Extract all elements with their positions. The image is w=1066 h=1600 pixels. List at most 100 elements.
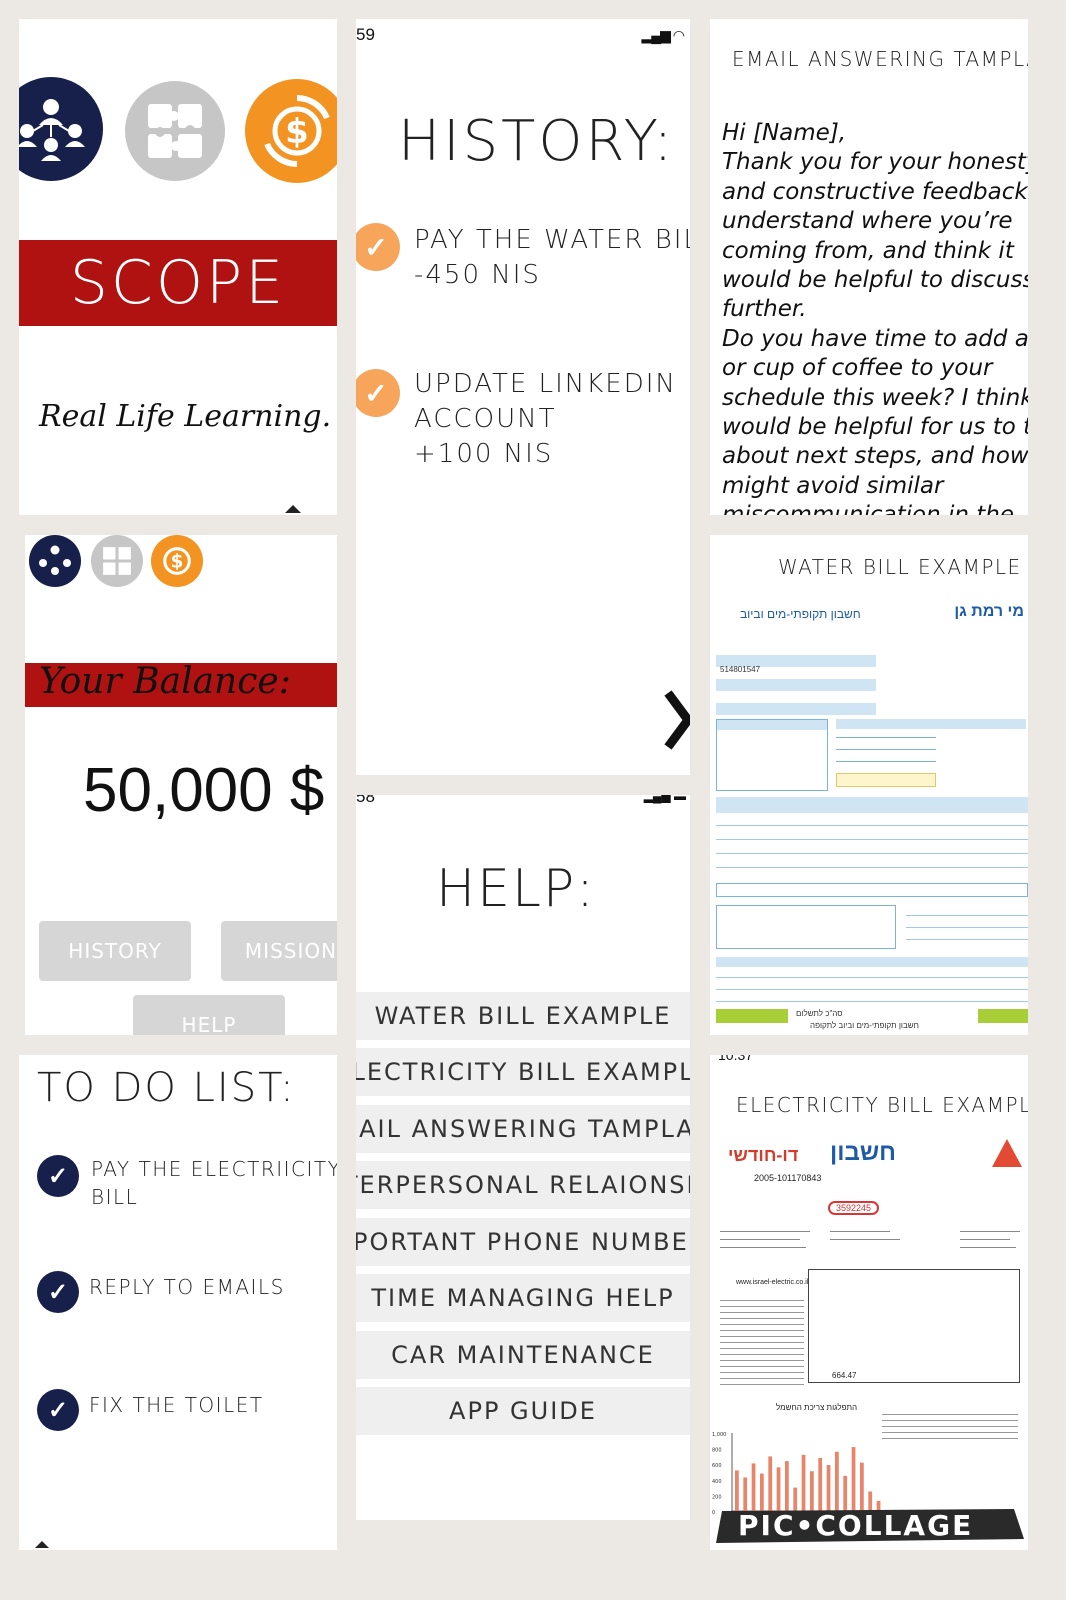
balance-banner: Your Balance: — [25, 661, 337, 707]
help-item-car-maintenance[interactable]: CAR MAINTENANCE — [356, 1331, 690, 1379]
email-body-line: and constructive feedback. — [722, 178, 1028, 205]
svg-text:$: $ — [171, 552, 184, 573]
help-item-time-managing[interactable]: TIME MANAGING HELP — [356, 1274, 690, 1322]
chart-y-tick: 1,000 — [712, 1432, 726, 1438]
help-button[interactable]: HELP — [133, 995, 285, 1035]
email-template-panel: EMAIL ANSWERING TAMPLA Hi [Name], Thank y… — [710, 19, 1028, 515]
balance-panel: $ Your Balance: 50,000 $ HISTORY MISSION… — [25, 535, 337, 1035]
email-body-line: or cup of coffee to your — [722, 355, 993, 382]
bill-right-notes — [882, 1409, 1018, 1439]
bill-account: 2005-101170843 — [754, 1173, 822, 1183]
chart-y-tick: 200 — [712, 1494, 722, 1500]
status-signal-icon: ▂▄▆ ▬ — [643, 795, 686, 803]
chevron-right-icon[interactable] — [662, 689, 690, 756]
history-item[interactable]: PAY THE WATER BILL -450 NIS — [414, 223, 690, 293]
scope-banner: SCOPE — [19, 240, 337, 326]
help-item-water-bill[interactable]: WATER BILL EXAMPLE — [356, 992, 690, 1040]
bill-highlight: 3592245 — [828, 1201, 880, 1215]
electric-company-logo-icon — [992, 1139, 1022, 1167]
bill-charges-box — [808, 1269, 1020, 1383]
help-item-app-guide[interactable]: APP GUIDE — [356, 1387, 690, 1435]
people-network-icon[interactable] — [19, 77, 103, 181]
email-body-line: schedule this week? I think i — [722, 384, 1028, 411]
todo-item-label: BILL — [91, 1185, 139, 1209]
email-body-line: about next steps, and how w — [722, 443, 1028, 470]
water-bill-panel: WATER BILL EXAMPLE מי רמת גן חשבון תקופת… — [710, 535, 1028, 1035]
help-item-interpersonal[interactable]: INTERPERSONAL RELAIONSHIP — [356, 1161, 690, 1209]
balance-label: Your Balance: — [39, 661, 291, 702]
email-body-line: miscommunication in the — [722, 501, 1028, 515]
tagline: Real Life Learning. — [39, 399, 332, 434]
help-item-phone-numbers[interactable]: IMPORTANT PHONE NUMBERS — [356, 1218, 690, 1266]
email-body-line: would be helpful to discuss — [722, 267, 1028, 294]
chart-bar — [851, 1447, 856, 1511]
bill-amount: 664.47 — [832, 1371, 857, 1380]
watermark-text: PIC•COLLAGE — [738, 1509, 974, 1542]
bill-header-sub: דו-חודשי — [728, 1145, 799, 1165]
check-icon: ✓ — [356, 369, 400, 417]
bill-website: www.israel-electric.co.il — [736, 1279, 809, 1286]
page-title: HELP: — [436, 859, 596, 919]
watermark-banner: PIC•COLLAGE — [714, 1503, 1028, 1547]
todo-item[interactable]: REPLY TO EMAILS — [89, 1273, 285, 1301]
status-time: 59 — [356, 25, 375, 44]
check-icon: ✓ — [37, 1271, 79, 1313]
chart-y-tick: 400 — [712, 1479, 722, 1485]
check-icon: ✓ — [37, 1155, 79, 1197]
bill-header: חשבון — [830, 1139, 896, 1166]
history-item-title: ACCOUNT — [414, 404, 557, 434]
page-title: HISTORY: — [398, 109, 676, 174]
email-body-line: Hi [Name], — [722, 120, 847, 146]
todo-item[interactable]: FIX THE TOILET — [89, 1391, 264, 1419]
email-body-line: Thank you for your honesty — [722, 149, 1028, 176]
bill-company: מי רמת גן — [954, 603, 1024, 620]
page-title: TO DO LIST: — [37, 1065, 296, 1111]
money-exchange-icon[interactable]: $ — [151, 535, 203, 587]
bill-footer-mid: חשבון תקופתי-מים וביוב לתקופה — [810, 1021, 919, 1030]
todo-item[interactable]: PAY THE ELECTRIICITY BILL — [91, 1155, 337, 1211]
page-title: WATER BILL EXAMPLE — [778, 555, 1022, 579]
bill-text-block — [720, 1225, 1020, 1265]
bill-lines-left — [720, 1295, 804, 1385]
mission-button[interactable]: MISSION — [221, 921, 337, 981]
money-exchange-icon[interactable]: $ — [245, 79, 337, 183]
water-bill-body: 514801547 סה"כ לתשלום — [716, 647, 1028, 1027]
status-time: 58 — [356, 795, 375, 806]
todo-panel: TO DO LIST: ✓ PAY THE ELECTRIICITY BILL … — [19, 1055, 337, 1550]
page-title: ELECTRICITY BILL EXAMPLE — [736, 1093, 1028, 1117]
puzzle-icon[interactable] — [91, 535, 143, 587]
check-icon: ✓ — [356, 223, 400, 271]
help-item-electricity-bill[interactable]: ELECTRICITY BILL EXAMPLE — [356, 1048, 690, 1096]
history-item-title: PAY THE WATER BILL — [414, 225, 690, 255]
scope-panel: $ SCOPE Real Life Learning. — [19, 19, 337, 515]
email-body-line: understand where you’re — [722, 208, 1013, 235]
balance-amount: 50,000 $ — [83, 756, 325, 825]
history-button[interactable]: HISTORY — [39, 921, 191, 981]
bill-subtitle: חשבון תקופתי-מים וביוב — [740, 607, 861, 621]
email-body-line: coming from, and think it — [722, 237, 1014, 264]
email-body: Hi [Name], Thank you for your honesty and … — [722, 119, 1028, 515]
people-network-icon[interactable] — [29, 535, 81, 587]
email-body-line: Do you have time to add a c — [722, 325, 1028, 352]
chart-y-tick: 800 — [712, 1448, 722, 1454]
help-panel: 58 ▂▄▆ ▬ HELP: WATER BILL EXAMPLE ELECTR… — [356, 795, 690, 1520]
email-body-line: would be helpful for us to ta — [722, 414, 1028, 441]
help-item-email-template[interactable]: EMAIL ANSWERING TAMPLATE — [356, 1105, 690, 1153]
bill-account-no: 514801547 — [720, 665, 761, 674]
history-panel: 59 ▂▄▆ ◠ HISTORY: ✓ PAY THE WATER BILL -… — [356, 19, 690, 775]
todo-item-label: PAY THE ELECTRIICITY — [91, 1157, 337, 1181]
electricity-bill-panel: 10:37 ELECTRICITY BILL EXAMPLE חשבון דו-… — [710, 1055, 1028, 1550]
bill-footer-note: סה"כ לתשלום — [796, 1009, 843, 1018]
scroll-indicator — [285, 505, 301, 513]
history-item[interactable]: UPDATE LINKEDIN ACCOUNT +100 NIS — [414, 367, 677, 472]
status-time: 10:37 — [718, 1055, 754, 1063]
status-signal-icon: ▂▄▆ ◠ — [641, 27, 685, 43]
svg-text:$: $ — [285, 112, 309, 152]
email-body-line: further. — [722, 296, 807, 323]
history-item-amount: +100 NIS — [414, 439, 554, 469]
page-title: EMAIL ANSWERING TAMPLA — [732, 47, 1028, 71]
puzzle-icon[interactable] — [125, 81, 225, 181]
history-item-title: UPDATE LINKEDIN — [414, 369, 677, 399]
check-icon: ✓ — [37, 1389, 79, 1431]
scroll-indicator — [35, 1541, 49, 1548]
